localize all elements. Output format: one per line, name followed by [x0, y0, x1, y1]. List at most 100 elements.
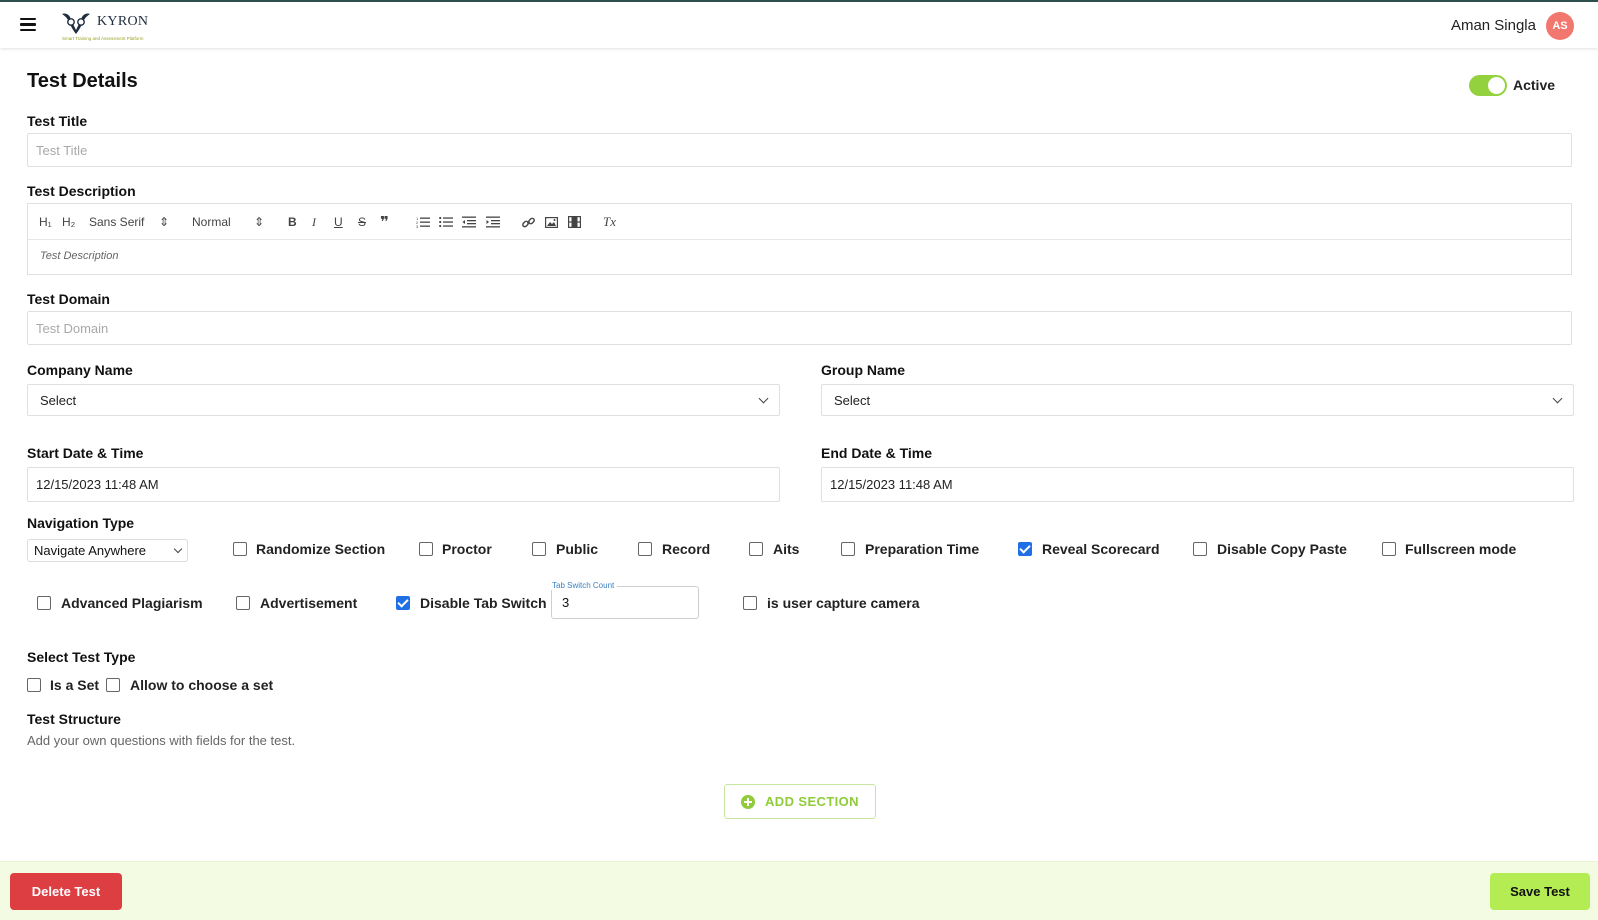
heading2-button[interactable]: H₂ [62, 213, 75, 231]
menu-icon[interactable] [20, 18, 36, 32]
image-icon[interactable] [545, 213, 558, 231]
disable-tab-switch-checkbox[interactable] [396, 596, 410, 610]
plus-circle-icon [741, 794, 756, 809]
test-structure-label: Test Structure [27, 711, 121, 727]
fullscreen-mode-checkbox[interactable] [1382, 542, 1396, 556]
group-name-label: Group Name [821, 362, 906, 378]
link-icon[interactable] [522, 213, 535, 231]
heading1-button[interactable]: H₁ [39, 213, 52, 231]
company-name-label: Company Name [27, 362, 133, 378]
advertisement-label: Advertisement [260, 595, 358, 611]
randomize-section-label: Randomize Section [256, 541, 386, 557]
navigation-type-label: Navigation Type [27, 515, 135, 531]
outdent-icon[interactable] [462, 213, 476, 231]
end-datetime-label: End Date & Time [821, 445, 932, 461]
test-description-label: Test Description [27, 183, 136, 199]
allow-choose-set-checkbox[interactable] [106, 678, 120, 692]
kyron-logo[interactable]: KYRON Smart Training and Assessment Plat… [60, 10, 160, 42]
active-toggle[interactable] [1469, 75, 1507, 96]
disable-tab-switch-label: Disable Tab Switch [420, 595, 547, 611]
advanced-plagiarism-checkbox[interactable] [37, 596, 51, 610]
user-name[interactable]: Aman Singla [1451, 17, 1536, 34]
indent-icon[interactable] [486, 213, 500, 231]
user-capture-camera-label: is user capture camera [767, 595, 920, 611]
add-section-label: ADD SECTION [765, 794, 859, 809]
bold-button[interactable]: B [288, 213, 297, 231]
page-title: Test Details [27, 70, 138, 92]
underline-button[interactable]: U [334, 213, 343, 231]
test-description-editor[interactable]: H₁ H₂ Sans Serif ⇕ Normal ⇕ B I U S ❞ 12… [27, 203, 1572, 275]
logo-tagline: Smart Training and Assessment Platform [62, 36, 144, 41]
test-title-label: Test Title [27, 113, 88, 129]
top-navbar: KYRON Smart Training and Assessment Plat… [0, 0, 1598, 48]
font-size-select[interactable]: Normal ⇕ [192, 213, 264, 231]
navigation-type-select[interactable]: Navigate Anywhere [27, 539, 188, 562]
test-domain-placeholder: Test Domain [36, 320, 109, 336]
group-name-value: Select [834, 392, 871, 408]
test-description-placeholder[interactable]: Test Description [28, 240, 1571, 272]
aits-label: Aits [773, 541, 800, 557]
advanced-plagiarism-label: Advanced Plagiarism [61, 595, 203, 611]
chevron-down-icon [758, 393, 769, 403]
logo-text: KYRON [97, 14, 149, 29]
randomize-section-checkbox[interactable] [233, 542, 247, 556]
start-datetime-label: Start Date & Time [27, 445, 144, 461]
save-test-button[interactable]: Save Test [1490, 873, 1590, 910]
preparation-time-checkbox[interactable] [841, 542, 855, 556]
footer-bar: Delete Test Save Test [0, 861, 1598, 920]
blockquote-button[interactable]: ❞ [380, 213, 389, 231]
aits-checkbox[interactable] [749, 542, 763, 556]
fullscreen-mode-label: Fullscreen mode [1405, 541, 1517, 557]
record-checkbox[interactable] [638, 542, 652, 556]
ordered-list-icon[interactable]: 123 [416, 213, 430, 231]
bullet-list-icon[interactable] [439, 213, 453, 231]
active-toggle-label: Active [1513, 77, 1556, 93]
font-family-select[interactable]: Sans Serif ⇕ [89, 213, 169, 231]
test-structure-description: Add your own questions with fields for t… [27, 733, 296, 748]
delete-test-button[interactable]: Delete Test [10, 873, 122, 910]
advertisement-checkbox[interactable] [236, 596, 250, 610]
chevron-down-icon [173, 544, 183, 553]
navigation-type-value: Navigate Anywhere [34, 543, 147, 558]
test-type-label: Select Test Type [27, 649, 136, 665]
record-label: Record [662, 541, 711, 557]
proctor-checkbox[interactable] [419, 542, 433, 556]
add-section-button[interactable]: ADD SECTION [724, 784, 876, 819]
disable-copy-paste-checkbox[interactable] [1193, 542, 1207, 556]
updown-icon: ⇕ [253, 215, 264, 229]
is-a-set-label: Is a Set [50, 677, 100, 693]
company-name-select[interactable]: Select [27, 384, 780, 416]
tab-switch-count-label: Tab Switch Count [549, 581, 618, 590]
test-title-placeholder: Test Title [36, 142, 88, 158]
chevron-down-icon [1552, 393, 1563, 403]
strikethrough-button[interactable]: S [358, 213, 366, 231]
test-title-input[interactable]: Test Title [27, 133, 1572, 167]
font-family-value: Sans Serif [89, 215, 145, 229]
reveal-scorecard-label: Reveal Scorecard [1042, 541, 1160, 557]
reveal-scorecard-checkbox[interactable] [1018, 542, 1032, 556]
clear-format-button[interactable]: Tx [603, 213, 616, 231]
test-domain-input[interactable]: Test Domain [27, 311, 1572, 345]
public-checkbox[interactable] [532, 542, 546, 556]
video-icon[interactable] [568, 213, 581, 231]
kyron-logo-mark-icon [62, 13, 90, 34]
company-name-value: Select [40, 392, 77, 408]
preparation-time-label: Preparation Time [865, 541, 980, 557]
user-capture-camera-checkbox[interactable] [743, 596, 757, 610]
end-datetime-input[interactable]: 12/15/2023 11:48 AM [821, 467, 1574, 502]
test-domain-label: Test Domain [27, 291, 110, 307]
is-a-set-checkbox[interactable] [27, 678, 41, 692]
avatar[interactable]: AS [1546, 12, 1574, 40]
proctor-label: Proctor [442, 541, 492, 557]
font-size-value: Normal [192, 215, 231, 229]
italic-button[interactable]: I [312, 213, 316, 231]
toggle-knob [1488, 77, 1505, 94]
start-datetime-input[interactable]: 12/15/2023 11:48 AM [27, 467, 780, 502]
updown-icon: ⇕ [158, 215, 169, 229]
public-label: Public [556, 541, 599, 557]
allow-choose-set-label: Allow to choose a set [130, 677, 274, 693]
tab-switch-count-input[interactable]: 3 [551, 586, 699, 619]
disable-copy-paste-label: Disable Copy Paste [1217, 541, 1347, 557]
group-name-select[interactable]: Select [821, 384, 1574, 416]
editor-toolbar: H₁ H₂ Sans Serif ⇕ Normal ⇕ B I U S ❞ 12… [28, 204, 1571, 240]
